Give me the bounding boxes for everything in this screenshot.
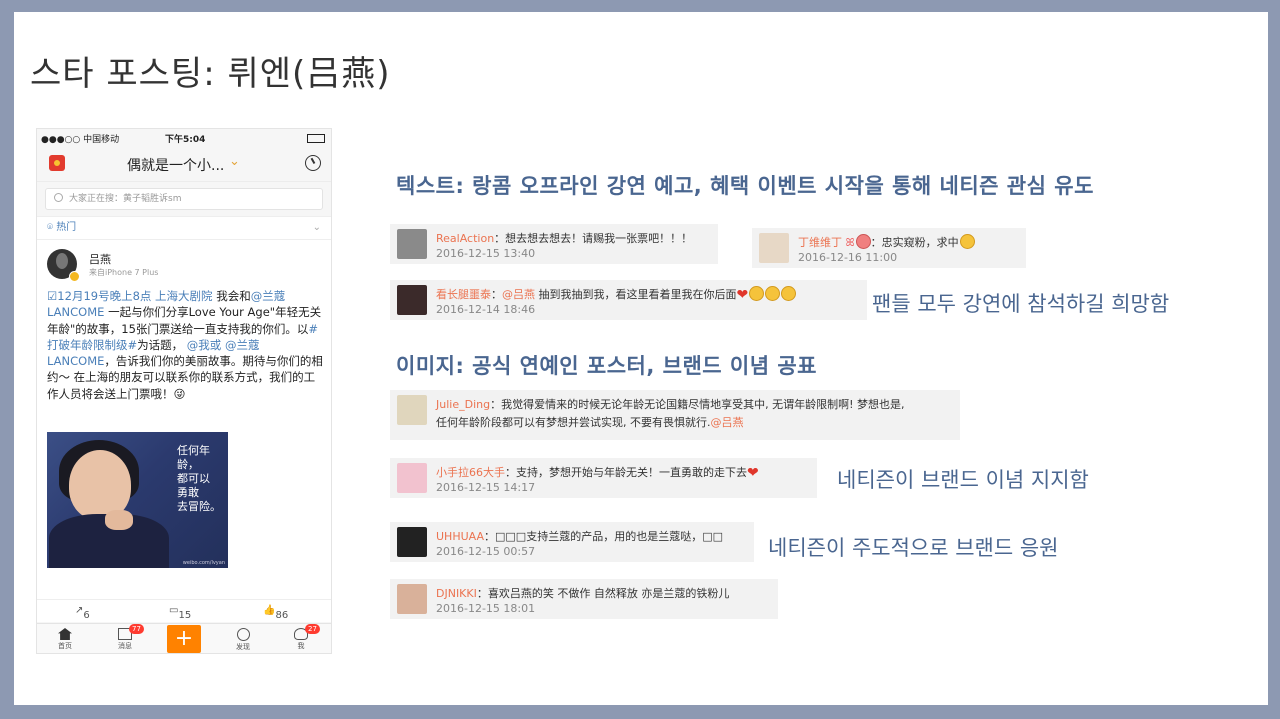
comment-card: 丁维维丁 ꕤ ：忠实窥粉，求中 2016-12-16 11:00 — [752, 228, 1026, 268]
status-bar: ●●●○○ 中国移动 下午5:04 — [37, 129, 331, 147]
comment-card: 小手拉66大手：支持，梦想开始与年龄无关！一直勇敢的走下去❤ 2016-12-1… — [390, 458, 817, 498]
verified-badge-icon — [69, 271, 80, 282]
poster-caption: weibo.com/lvyan — [182, 560, 225, 566]
post-action-bar: ↗ 6 ▭ 15 👍 86 — [37, 599, 331, 622]
comment-card: 看长腿噩泰：@吕燕 抽到我抽到我，看这里看着里我在你后面❤ 2016-12-14… — [390, 280, 867, 320]
location-pin-icon: ⌾ — [47, 222, 57, 233]
comment-user[interactable]: 小手拉66大手 — [436, 466, 505, 479]
tab-bar: 首页 消息 77 + 发现 我 27 — [37, 623, 331, 653]
avatar — [759, 233, 789, 263]
comment-button[interactable]: ▭ 15 — [169, 605, 191, 621]
message-count-badge: 77 — [129, 624, 144, 634]
emoji-icon — [855, 234, 871, 249]
home-icon — [58, 628, 72, 640]
comment-user[interactable]: UHHUAA — [436, 530, 484, 543]
chevron-down-icon[interactable]: ⌄ — [313, 217, 321, 239]
search-icon — [236, 628, 250, 641]
hot-filter[interactable]: ⌾ 热门 ⌄ — [37, 217, 331, 240]
comment-card: Julie_Ding：我觉得爱情来的时候无论年龄无论国籍尽情地享受其中, 无谓年… — [390, 390, 960, 440]
battery-icon — [307, 134, 325, 143]
slide-title: 스타 포스팅: 뤼엔(吕燕) — [30, 54, 391, 94]
comment-user[interactable]: 看长腿噩泰 — [436, 288, 491, 301]
weibo-phone-screenshot: ●●●○○ 中国移动 下午5:04 偶就是一个小... ⌄ 大家正在搜：黄子韬胜… — [36, 128, 332, 654]
avatar — [397, 527, 427, 557]
tab-me[interactable]: 我 27 — [281, 624, 321, 651]
carrier-label: ●●●○○ 中国移动 — [41, 135, 120, 145]
note-lead: 네티즌이 주도적으로 브랜드 응원 — [768, 536, 1059, 560]
comment-date: 2016-12-15 18:01 — [436, 602, 536, 615]
post-text: ☑12月19号晚上8点 上海大剧院 我会和@兰蔻LANCOME 一起与你们分享L… — [47, 289, 323, 401]
slide: 스타 포스팅: 뤼엔(吕燕) ●●●○○ 中国移动 下午5:04 偶就是一个小.… — [14, 12, 1268, 705]
comment-user[interactable]: RealAction — [436, 232, 494, 245]
comment-date: 2016-12-15 00:57 — [436, 545, 536, 558]
avatar — [397, 584, 427, 614]
tab-messages[interactable]: 消息 77 — [105, 624, 145, 651]
repost-button[interactable]: ↗ 6 — [75, 605, 90, 621]
comment-date: 2016-12-14 18:46 — [436, 303, 536, 316]
comment-date: 2016-12-16 11:00 — [798, 251, 898, 264]
avatar — [397, 395, 427, 425]
grin-emoji-icon — [781, 286, 797, 301]
avatar — [397, 285, 427, 315]
comment-card: RealAction：想去想去想去！请赐我一张票吧！！！ 2016-12-15 … — [390, 224, 718, 264]
search-icon — [54, 193, 63, 202]
comment-date: 2016-12-15 13:40 — [436, 247, 536, 260]
search-placeholder: 大家正在搜：黄子韬胜诉sm — [69, 194, 182, 204]
post-author[interactable]: 吕燕 — [89, 251, 111, 267]
comment-card: DJNIKKI：喜欢吕燕的笑 不做作 自然释放 亦是兰蔻的铁粉儿 2016-12… — [390, 579, 778, 619]
grin-emoji-icon — [749, 286, 765, 301]
emoji: 😜 — [173, 386, 186, 401]
comment-card: UHHUAA：□□□支持兰蔻的产品，用的也是兰蔻哒，□□ 2016-12-15 … — [390, 522, 754, 562]
comment-date: 2016-12-15 14:17 — [436, 481, 536, 494]
status-time: 下午5:04 — [165, 135, 206, 145]
like-button[interactable]: 👍 86 — [263, 605, 288, 621]
event-link[interactable]: ☑12月19号晚上8点 上海大剧院 — [47, 289, 213, 303]
nav-bar: 偶就是一个小... ⌄ — [37, 147, 331, 182]
hot-label: 热门 — [56, 222, 77, 233]
comment-user[interactable]: Julie_Ding — [436, 398, 490, 411]
search-input[interactable]: 大家正在搜：黄子韬胜诉sm — [45, 188, 323, 210]
app-logo-icon[interactable] — [49, 155, 65, 171]
clock-icon[interactable] — [305, 155, 321, 171]
mention-link[interactable]: @吕燕 — [711, 416, 744, 429]
emoji-icon — [959, 234, 975, 249]
weibo-post: 吕燕 来自iPhone 7 Plus ☑12月19号晚上8点 上海大剧院 我会和… — [37, 240, 331, 614]
mention-link[interactable]: @吕燕 — [502, 288, 535, 301]
me-count-badge: 27 — [305, 624, 320, 634]
comment-user[interactable]: 丁维维丁 — [798, 236, 842, 249]
note-support: 네티즌이 브랜드 이념 지지함 — [837, 468, 1089, 492]
heart-icon: ❤ — [747, 465, 759, 481]
tab-home[interactable]: 首页 — [45, 626, 85, 651]
poster-slogan: 任何年龄， 都可以 勇敢 去冒险。 — [177, 444, 221, 513]
avatar — [397, 463, 427, 493]
lancome-poster-image[interactable]: 任何年龄， 都可以 勇敢 去冒险。 weibo.com/lvyan — [47, 432, 228, 568]
nav-title[interactable]: 偶就是一个小... — [127, 155, 224, 175]
heading-text-strategy: 텍스트: 랑콤 오프라인 강연 예고, 혜택 이벤트 시작을 통해 네티즌 관심… — [396, 174, 1094, 198]
note-fans: 팬들 모두 강연에 참석하길 희망함 — [872, 292, 1170, 316]
heading-image-strategy: 이미지: 공식 연예인 포스터, 브랜드 이념 공표 — [396, 354, 818, 378]
post-source: 来自iPhone 7 Plus — [89, 268, 159, 277]
butterfly-icon: ꕤ — [845, 236, 855, 249]
search-area: 大家正在搜：黄子韬胜诉sm — [37, 182, 331, 217]
grin-emoji-icon — [765, 286, 781, 301]
chevron-down-icon[interactable]: ⌄ — [229, 154, 240, 169]
comment-user[interactable]: DJNIKKI — [436, 587, 477, 600]
tab-discover[interactable]: 发现 — [223, 626, 263, 652]
compose-button[interactable]: + — [167, 625, 201, 653]
avatar — [397, 229, 427, 259]
heart-icon: ❤ — [736, 287, 749, 303]
